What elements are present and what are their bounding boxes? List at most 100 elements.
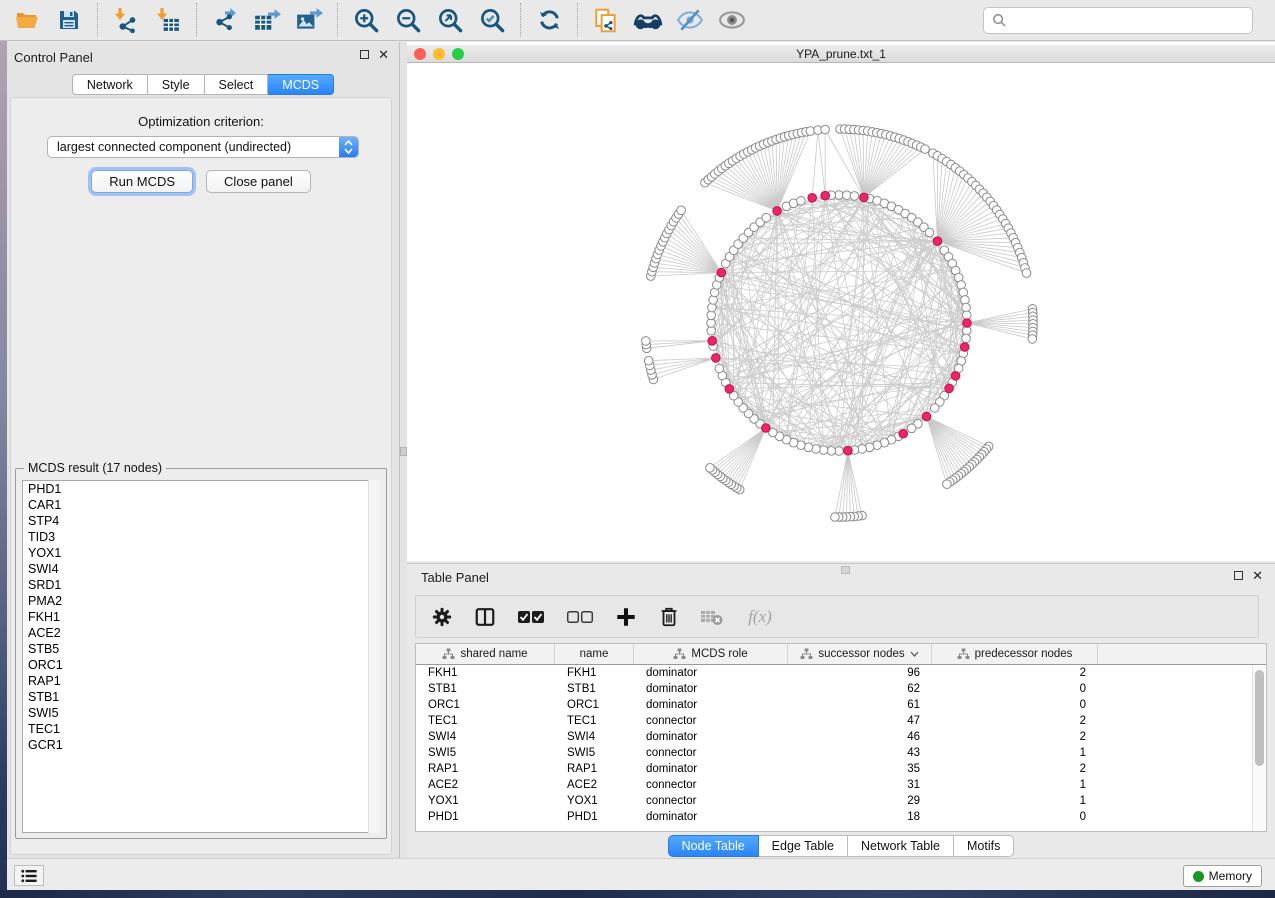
panel-splitter[interactable] <box>400 42 407 858</box>
mcds-result-item[interactable]: TEC1 <box>23 721 379 737</box>
network-node[interactable] <box>831 513 840 522</box>
network-window-titlebar[interactable]: YPA_prune.txt_1 <box>407 45 1275 63</box>
network-node[interactable] <box>677 206 686 215</box>
column-header-successor-nodes[interactable]: successor nodes <box>788 644 932 664</box>
delete-column-icon[interactable] <box>656 604 682 630</box>
network-node[interactable] <box>925 228 934 237</box>
zoom-fit-icon[interactable] <box>434 4 466 36</box>
close-panel-icon[interactable]: ✕ <box>1252 571 1263 580</box>
network-node[interactable] <box>715 364 724 373</box>
network-node[interactable] <box>943 480 952 489</box>
network-node[interactable] <box>850 192 859 201</box>
mcds-result-item[interactable]: SWI5 <box>23 705 379 721</box>
mcds-result-item[interactable]: ACE2 <box>23 625 379 641</box>
network-hub-node[interactable] <box>708 337 717 346</box>
tab-mcds[interactable]: MCDS <box>268 74 334 95</box>
mcds-list-scrollbar[interactable] <box>368 480 380 833</box>
mcds-result-item[interactable]: STP4 <box>23 513 379 529</box>
network-hub-node[interactable] <box>960 343 969 352</box>
add-column-icon[interactable] <box>613 604 639 630</box>
table-row[interactable]: FKH1FKH1dominator962 <box>416 665 1266 681</box>
mcds-result-item[interactable]: TID3 <box>23 529 379 545</box>
mcds-result-item[interactable]: STB5 <box>23 641 379 657</box>
export-network-icon[interactable] <box>209 4 241 36</box>
mcds-result-item[interactable]: SRD1 <box>23 577 379 593</box>
tab-network-table[interactable]: Network Table <box>848 835 954 857</box>
open-session-icon[interactable] <box>11 4 43 36</box>
mcds-result-item[interactable]: PMA2 <box>23 593 379 609</box>
network-node[interactable] <box>762 213 771 222</box>
table-row[interactable]: STB1STB1dominator620 <box>416 681 1266 697</box>
network-node[interactable] <box>819 446 828 455</box>
show-columns-icon[interactable] <box>472 604 498 630</box>
tab-node-table[interactable]: Node Table <box>668 835 759 857</box>
hide-selected-icon[interactable] <box>674 4 706 36</box>
show-all-icon[interactable] <box>716 4 748 36</box>
optimization-criterion-select[interactable]: largest connected component (undirected) <box>47 136 359 158</box>
export-table-icon[interactable] <box>251 4 283 36</box>
network-hub-node[interactable] <box>860 193 869 202</box>
network-node[interactable] <box>708 303 717 312</box>
mcds-result-item[interactable]: FKH1 <box>23 609 379 625</box>
network-graph[interactable] <box>407 63 1275 561</box>
network-node[interactable] <box>907 424 916 433</box>
mcds-result-item[interactable]: STB1 <box>23 689 379 705</box>
deselect-all-checkboxes-icon[interactable] <box>564 604 596 630</box>
mcds-result-item[interactable]: RAP1 <box>23 673 379 689</box>
mcds-result-item[interactable]: YOX1 <box>23 545 379 561</box>
table-panel-splitter-grip[interactable] <box>841 566 850 574</box>
import-network-icon[interactable] <box>110 4 142 36</box>
memory-button[interactable]: Memory <box>1183 865 1262 887</box>
network-hub-node[interactable] <box>951 372 960 381</box>
network-hub-node[interactable] <box>808 194 817 203</box>
splitter-grip[interactable] <box>400 447 407 456</box>
network-hub-node[interactable] <box>762 424 771 433</box>
float-panel-icon[interactable] <box>360 50 369 59</box>
network-node[interactable] <box>797 197 806 206</box>
mcds-result-item[interactable]: PHD1 <box>23 481 379 497</box>
column-header-name[interactable]: name <box>555 644 634 664</box>
network-hub-node[interactable] <box>933 237 942 246</box>
network-hub-node[interactable] <box>717 268 726 277</box>
network-hub-node[interactable] <box>945 384 954 393</box>
network-canvas[interactable] <box>407 63 1275 561</box>
table-row[interactable]: TEC1TEC1connector472 <box>416 713 1266 729</box>
table-row[interactable]: ORC1ORC1dominator610 <box>416 697 1266 713</box>
mcds-result-item[interactable]: GCR1 <box>23 737 379 753</box>
tab-network[interactable]: Network <box>72 74 148 95</box>
mcds-result-item[interactable]: CAR1 <box>23 497 379 513</box>
network-hub-node[interactable] <box>844 446 853 455</box>
run-mcds-button[interactable]: Run MCDS <box>91 170 193 193</box>
network-node[interactable] <box>821 125 830 134</box>
float-panel-icon[interactable] <box>1234 571 1243 580</box>
mcds-result-item[interactable]: ORC1 <box>23 657 379 673</box>
table-scrollbar-thumb[interactable] <box>1255 670 1264 766</box>
table-scrollbar[interactable] <box>1252 666 1265 830</box>
network-hub-node[interactable] <box>963 319 972 328</box>
mcds-result-item[interactable]: SWI4 <box>23 561 379 577</box>
close-panel-button[interactable]: Close panel <box>206 170 311 193</box>
close-panel-icon[interactable]: ✕ <box>378 50 389 59</box>
network-node[interactable] <box>858 445 867 454</box>
network-node[interactable] <box>961 296 970 305</box>
task-history-button[interactable] <box>14 865 44 886</box>
network-hub-node[interactable] <box>922 412 931 421</box>
table-row[interactable]: ACE2ACE2connector311 <box>416 777 1266 793</box>
table-row[interactable]: SWI5SWI5connector431 <box>416 745 1266 761</box>
table-row[interactable]: SWI4SWI4dominator462 <box>416 729 1266 745</box>
import-table-icon[interactable] <box>152 4 184 36</box>
select-all-checkboxes-icon[interactable] <box>515 604 547 630</box>
zoom-in-icon[interactable] <box>350 4 382 36</box>
tab-motifs[interactable]: Motifs <box>954 835 1014 857</box>
tab-style[interactable]: Style <box>148 74 205 95</box>
network-node[interactable] <box>1022 269 1031 278</box>
column-header-shared-name[interactable]: shared name <box>416 644 555 664</box>
save-session-icon[interactable] <box>53 4 85 36</box>
network-node[interactable] <box>931 404 940 413</box>
network-hub-node[interactable] <box>821 191 830 200</box>
search-field[interactable] <box>983 7 1253 34</box>
network-node[interactable] <box>706 464 715 473</box>
search-input[interactable] <box>1007 14 1252 28</box>
tab-select[interactable]: Select <box>205 74 269 95</box>
network-node[interactable] <box>962 334 971 343</box>
